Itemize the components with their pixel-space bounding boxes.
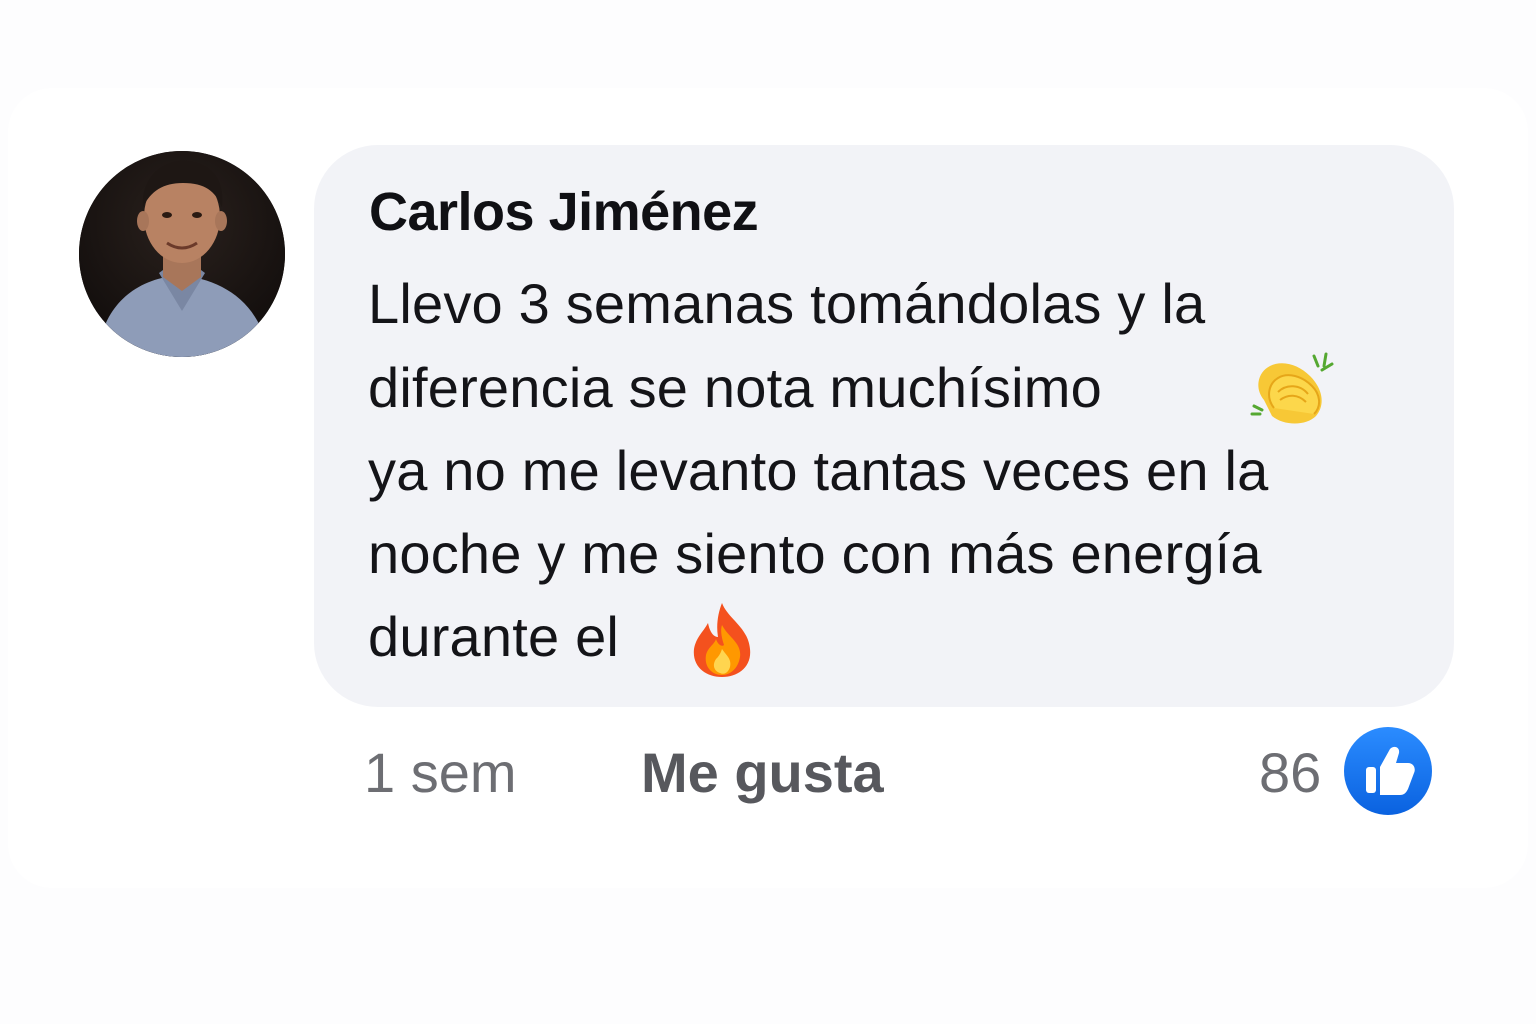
clapping-hands-icon <box>1250 352 1334 424</box>
comment-text-line: diferencia se nota muchísimo <box>368 356 1102 419</box>
comment-text-line: ya no me levanto tantas veces en la <box>368 439 1269 502</box>
comment-timestamp[interactable]: 1 sem <box>364 740 517 805</box>
comment-text-line: Llevo 3 semanas tomándolas y la <box>368 272 1206 335</box>
comment-text-line: noche y me siento con más energía <box>368 522 1262 585</box>
like-button[interactable]: Me gusta <box>641 740 884 805</box>
avatar-photo <box>79 151 285 357</box>
reaction-count[interactable]: 86 <box>1259 740 1321 805</box>
fire-icon <box>693 603 751 677</box>
avatar[interactable] <box>79 151 285 357</box>
thumbs-up-icon[interactable] <box>1342 725 1434 817</box>
comment-text-line: durante el <box>368 605 620 668</box>
comment-author-name[interactable]: Carlos Jiménez <box>369 181 759 243</box>
